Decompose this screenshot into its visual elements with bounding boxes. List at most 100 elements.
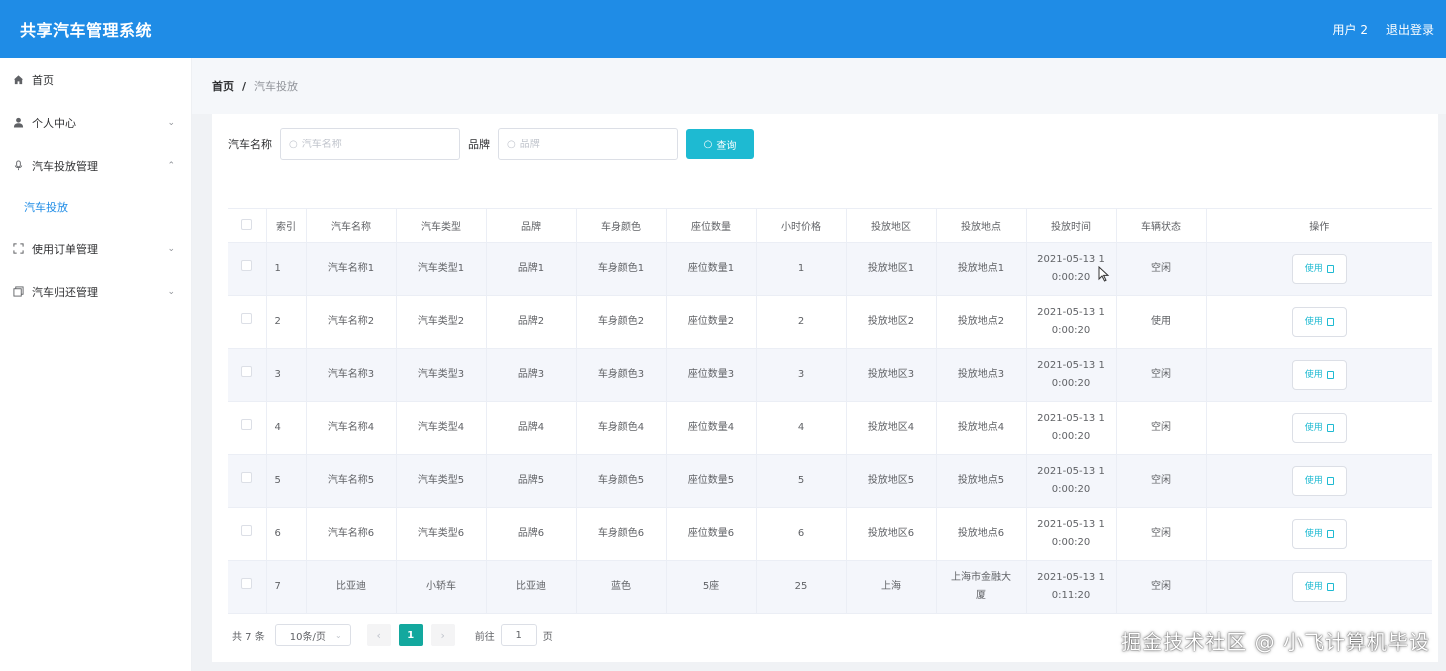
table-row: 2 汽车名称2 汽车类型2 品牌2 车身颜色2 座位数量2 2 投放地区2 投放地点2 2021-… xyxy=(228,295,1432,349)
row-select-cell[interactable] xyxy=(228,242,267,296)
cell-type: 汽车类型5 xyxy=(396,454,487,508)
cell-index: 5 xyxy=(266,454,307,508)
brand-search-box[interactable]: ○ xyxy=(498,128,678,160)
user-label[interactable]: 用户 2 xyxy=(1333,21,1368,38)
row-checkbox[interactable] xyxy=(241,366,253,377)
cell-location: 投放地点5 xyxy=(936,454,1027,508)
sidebar-item-label: 个人中心 xyxy=(32,116,76,130)
top-header: 共享汽车管理系统 用户 2 退出登录 xyxy=(0,0,1446,58)
cell-actions: 使用 xyxy=(1206,242,1432,296)
page-number-current[interactable]: 1 xyxy=(398,624,423,646)
prev-page-button[interactable]: ‹ xyxy=(366,624,391,646)
row-select-cell[interactable] xyxy=(228,295,267,349)
use-button[interactable]: 使用 xyxy=(1291,360,1347,390)
cell-index: 7 xyxy=(266,560,307,614)
cell-brand: 品牌1 xyxy=(486,242,577,296)
cell-price: 25 xyxy=(756,560,847,614)
breadcrumb-home[interactable]: 首页 xyxy=(212,78,234,94)
row-select-cell[interactable] xyxy=(228,507,267,561)
chevron-left-icon: ‹ xyxy=(376,628,381,642)
cell-name: 汽车名称5 xyxy=(306,454,397,508)
cell-time: 2021-05-13 1 0:00:20 xyxy=(1026,295,1117,349)
cell-name: 汽车名称3 xyxy=(306,348,397,402)
cell-price: 1 xyxy=(756,242,847,296)
row-checkbox[interactable] xyxy=(241,525,253,536)
sidebar-item-car-deploy-management[interactable]: 汽车投放管理 ⌃ xyxy=(0,144,191,187)
page-size-select[interactable]: 10条/页 ⌄ xyxy=(274,624,351,646)
sidebar-item-profile[interactable]: 个人中心 ⌄ xyxy=(0,101,191,144)
row-checkbox[interactable] xyxy=(241,578,253,589)
column-header: 汽车类型 xyxy=(396,208,487,243)
cell-actions: 使用 xyxy=(1206,507,1432,561)
car-name-search-box[interactable]: ○ xyxy=(280,128,460,160)
cell-seats: 座位数量5 xyxy=(666,454,757,508)
row-select-cell[interactable] xyxy=(228,454,267,508)
cell-color: 车身颜色5 xyxy=(576,454,667,508)
table-header-row: 索引 汽车名称 汽车类型 品牌 车身颜色 座位数量 小时价格 投放地区 投放地点… xyxy=(228,208,1432,243)
cell-seats: 座位数量2 xyxy=(666,295,757,349)
scan-icon xyxy=(12,243,24,255)
document-icon xyxy=(1326,530,1334,538)
copy-icon xyxy=(12,286,24,298)
search-icon: ○ xyxy=(507,138,516,150)
time-line: 2021-05-13 1 xyxy=(1037,413,1105,424)
row-checkbox[interactable] xyxy=(241,260,253,271)
row-checkbox[interactable] xyxy=(241,419,253,430)
sidebar-item-home[interactable]: 首页 xyxy=(0,58,191,101)
cell-index: 2 xyxy=(266,295,307,349)
brand-input[interactable] xyxy=(519,138,660,150)
breadcrumb-current: 汽车投放 xyxy=(254,80,299,93)
sidebar-item-return-management[interactable]: 汽车归还管理 ⌄ xyxy=(0,270,191,313)
column-header: 车身颜色 xyxy=(576,208,667,243)
logout-link[interactable]: 退出登录 xyxy=(1386,21,1434,38)
cell-seats: 座位数量3 xyxy=(666,348,757,402)
row-select-cell[interactable] xyxy=(228,560,267,614)
use-button[interactable]: 使用 xyxy=(1291,519,1347,549)
sidebar-item-order-management[interactable]: 使用订单管理 ⌄ xyxy=(0,227,191,270)
select-all-checkbox[interactable] xyxy=(241,218,253,230)
time-line: 0:00:20 xyxy=(1051,484,1091,495)
breadcrumb: 首页 / 汽车投放 xyxy=(192,58,1446,114)
cell-name: 汽车名称1 xyxy=(306,242,397,296)
cell-time: 2021-05-13 1 0:11:20 xyxy=(1026,560,1117,614)
cell-color: 车身颜色3 xyxy=(576,348,667,402)
cell-color: 车身颜色1 xyxy=(576,242,667,296)
query-button[interactable]: ○ 查询 xyxy=(686,129,754,159)
use-button[interactable]: 使用 xyxy=(1291,413,1347,443)
cell-region: 上海 xyxy=(846,560,937,614)
time-line: 2021-05-13 1 xyxy=(1037,466,1105,477)
car-table: 索引 汽车名称 汽车类型 品牌 车身颜色 座位数量 小时价格 投放地区 投放地点… xyxy=(228,208,1432,614)
use-button[interactable]: 使用 xyxy=(1291,307,1347,337)
cell-brand: 品牌5 xyxy=(486,454,577,508)
row-checkbox[interactable] xyxy=(241,313,253,324)
use-button[interactable]: 使用 xyxy=(1291,466,1347,496)
table-row: 3 汽车名称3 汽车类型3 品牌3 车身颜色3 座位数量3 3 投放地区3 投放地点3 2021-… xyxy=(228,348,1432,402)
time-line: 2021-05-13 1 xyxy=(1037,307,1105,318)
cell-status: 空闲 xyxy=(1116,348,1207,402)
use-button[interactable]: 使用 xyxy=(1291,254,1347,284)
sidebar-subitem-car-deploy[interactable]: 汽车投放 xyxy=(0,187,191,227)
row-select-cell[interactable] xyxy=(228,348,267,402)
goto-page-input[interactable] xyxy=(500,624,537,646)
select-all-header[interactable] xyxy=(228,208,267,243)
time-line: 0:00:20 xyxy=(1051,431,1091,442)
home-icon xyxy=(12,74,24,86)
cell-location: 投放地点6 xyxy=(936,507,1027,561)
row-select-cell[interactable] xyxy=(228,401,267,455)
cell-index: 4 xyxy=(266,401,307,455)
cell-brand: 品牌4 xyxy=(486,401,577,455)
car-name-input[interactable] xyxy=(301,138,442,150)
pagination: 共 7 条 10条/页 ⌄ ‹ 1 › 前往 页 xyxy=(232,622,553,648)
cell-type: 汽车类型4 xyxy=(396,401,487,455)
time-line: 2021-05-13 1 xyxy=(1037,360,1105,371)
row-checkbox[interactable] xyxy=(241,472,253,483)
next-page-button[interactable]: › xyxy=(430,624,455,646)
table-row: 6 汽车名称6 汽车类型6 品牌6 车身颜色6 座位数量6 6 投放地区6 投放地点6 2021-… xyxy=(228,507,1432,561)
cell-seats: 座位数量1 xyxy=(666,242,757,296)
cell-location: 投放地点4 xyxy=(936,401,1027,455)
cell-status: 空闲 xyxy=(1116,401,1207,455)
cell-time: 2021-05-13 1 0:00:20 xyxy=(1026,454,1117,508)
chevron-up-icon: ⌃ xyxy=(167,160,175,171)
column-header: 品牌 xyxy=(486,208,577,243)
use-button[interactable]: 使用 xyxy=(1291,572,1347,602)
